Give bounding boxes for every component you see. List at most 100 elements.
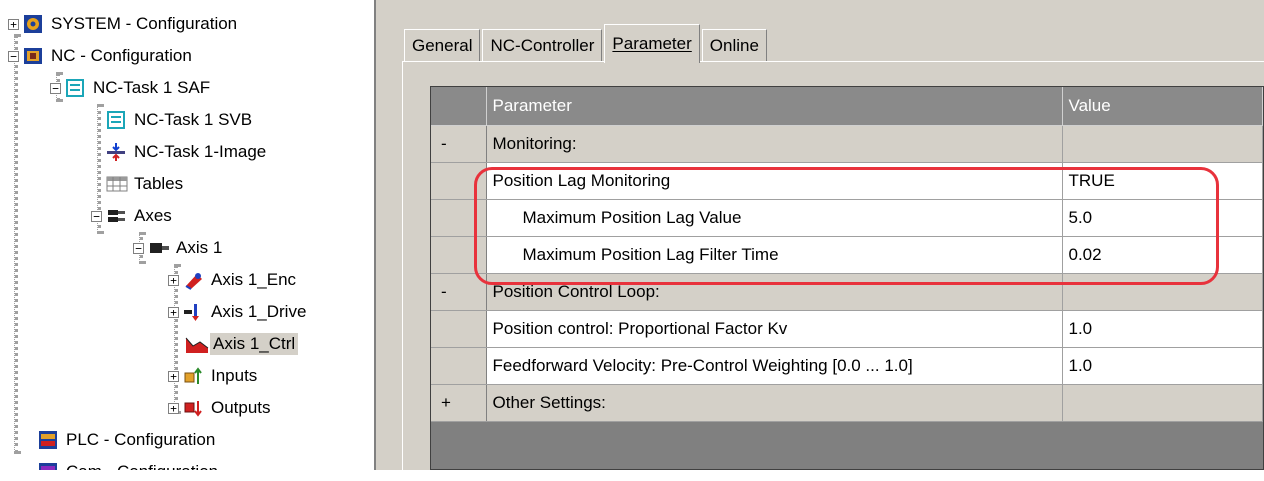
image-icon (106, 142, 126, 162)
tree-item-plc-configuration[interactable]: PLC - Configuration (38, 424, 218, 456)
pane-splitter[interactable] (372, 0, 388, 470)
expand-toggle[interactable]: + (431, 384, 487, 422)
value-cell[interactable]: 5.0 (1062, 199, 1263, 237)
tab-label: Parameter (612, 34, 692, 53)
task-icon (106, 110, 126, 130)
encoder-icon (183, 270, 203, 290)
task-icon (65, 78, 85, 98)
parameter-cell[interactable]: Feedforward Velocity: Pre-Control Weight… (486, 347, 1063, 385)
grid-row[interactable]: Position control: Proportional Factor Kv… (431, 310, 1263, 348)
tree-item-label: NC-Task 1 SAF (93, 78, 211, 97)
system-config-icon (23, 14, 43, 34)
tree-item-label: Axis 1_Drive (211, 302, 307, 321)
value-cell (1062, 125, 1263, 163)
parameter-cell: Other Settings: (486, 384, 1063, 422)
parameter-cell[interactable]: Maximum Position Lag Filter Time (486, 236, 1063, 274)
parameter-cell[interactable]: Maximum Position Lag Value (486, 199, 1063, 237)
parameter-cell[interactable]: Position Lag Monitoring (486, 162, 1063, 200)
tree-item-axis-1-drive[interactable]: + Axis 1_Drive (168, 296, 309, 328)
tab-label: Online (709, 36, 759, 55)
parameter-table: Parameter Value - Monitoring: Position L… (431, 87, 1263, 422)
grid-row[interactable]: Maximum Position Lag Value 5.0 (431, 199, 1263, 237)
tree-item-label: NC-Task 1 SVB (134, 110, 253, 129)
expand-icon[interactable]: + (8, 18, 19, 30)
expand-icon[interactable]: + (168, 274, 179, 286)
value-cell[interactable]: 1.0 (1062, 310, 1263, 348)
header-parameter[interactable]: Parameter (486, 87, 1063, 126)
expand-icon[interactable]: + (168, 306, 179, 318)
tree-item-label: Axes (134, 206, 172, 225)
value-cell[interactable]: 0.02 (1062, 236, 1263, 274)
nc-config-icon (23, 46, 43, 66)
tree-item-axes[interactable]: − Axes (91, 200, 175, 232)
tab-label: General (412, 36, 473, 55)
tree-item-label: Inputs (211, 366, 258, 385)
parameter-cell: Position Control Loop: (486, 273, 1063, 311)
grid-group-row[interactable]: + Other Settings: (431, 384, 1263, 422)
collapse-toggle[interactable]: - (431, 125, 487, 163)
tree-item-label: SYSTEM - Configuration (51, 14, 238, 33)
tree-item-tables[interactable]: Tables (106, 168, 186, 200)
tree-item-axis-1[interactable]: − Axis 1 (133, 232, 225, 264)
tree-item-axis-1-enc[interactable]: + Axis 1_Enc (168, 264, 299, 296)
value-cell[interactable]: TRUE (1062, 162, 1263, 200)
tree-item-nc-task-image[interactable]: NC-Task 1-Image (106, 136, 269, 168)
collapse-toggle[interactable]: - (431, 273, 487, 311)
axes-icon (106, 206, 126, 226)
grid-header-row: Parameter Value (431, 87, 1263, 126)
row-marker (431, 310, 487, 348)
tree-item-nc-configuration[interactable]: − NC - Configuration (8, 40, 195, 72)
tree-item-label: Axis 1 (176, 238, 223, 257)
tree-item-label: PLC - Configuration (66, 430, 216, 449)
expand-icon[interactable]: + (168, 402, 179, 414)
tab-label: NC-Controller (490, 36, 595, 55)
header-value[interactable]: Value (1062, 87, 1263, 126)
parameter-grid: Parameter Value - Monitoring: Position L… (430, 86, 1264, 470)
grid-row[interactable]: Feedforward Velocity: Pre-Control Weight… (431, 347, 1263, 385)
tree-item-axis-1-ctrl[interactable]: Axis 1_Ctrl (185, 328, 299, 360)
table-icon (106, 174, 128, 194)
tree-item-label: Outputs (211, 398, 271, 417)
project-tree[interactable]: + SYSTEM - Configuration − NC - Configur… (0, 0, 372, 470)
tree-item-outputs[interactable]: + Outputs (168, 392, 274, 424)
tree-item-label: Axis 1_Ctrl (210, 333, 299, 355)
collapse-icon[interactable]: − (91, 210, 102, 222)
tab-parameter[interactable]: Parameter (604, 24, 700, 63)
tree-item-label: NC - Configuration (51, 46, 192, 65)
row-marker (431, 199, 487, 237)
axis-icon (148, 238, 169, 258)
value-cell (1062, 273, 1263, 311)
value-cell (1062, 384, 1263, 422)
tab-bar: General NC-Controller Parameter Online (404, 22, 769, 63)
grid-group-row[interactable]: - Monitoring: (431, 125, 1263, 163)
row-marker (431, 162, 487, 200)
grid-group-row[interactable]: - Position Control Loop: (431, 273, 1263, 311)
plc-config-icon (38, 430, 58, 450)
tree-item-label: NC-Task 1-Image (134, 142, 267, 161)
tree-item-cam-configuration[interactable]: Cam - Configuration (38, 456, 221, 470)
header-marker-cell (431, 87, 487, 126)
tree-item-nc-task-svb[interactable]: NC-Task 1 SVB (106, 104, 255, 136)
collapse-icon[interactable]: − (50, 82, 61, 94)
collapse-icon[interactable]: − (133, 242, 144, 254)
tab-general[interactable]: General (404, 29, 481, 62)
tab-nc-controller[interactable]: NC-Controller (482, 29, 603, 62)
parameter-cell[interactable]: Position control: Proportional Factor Kv (486, 310, 1063, 348)
grid-row[interactable]: Maximum Position Lag Filter Time 0.02 (431, 236, 1263, 274)
grid-row[interactable]: Position Lag Monitoring TRUE (431, 162, 1263, 200)
inputs-icon (183, 366, 203, 386)
tree-item-system-configuration[interactable]: + SYSTEM - Configuration (8, 8, 240, 40)
row-marker (431, 347, 487, 385)
cam-config-icon (38, 462, 58, 470)
value-cell[interactable]: 1.0 (1062, 347, 1263, 385)
controller-icon (185, 334, 209, 354)
tree-item-nc-task-saf[interactable]: − NC-Task 1 SAF (50, 72, 213, 104)
collapse-icon[interactable]: − (8, 50, 19, 62)
tree-item-label: Tables (134, 174, 184, 193)
tree-item-inputs[interactable]: + Inputs (168, 360, 260, 392)
outputs-icon (183, 398, 203, 418)
expand-icon[interactable]: + (168, 370, 179, 382)
row-marker (431, 236, 487, 274)
tab-online[interactable]: Online (701, 29, 767, 62)
drive-icon (183, 302, 203, 322)
